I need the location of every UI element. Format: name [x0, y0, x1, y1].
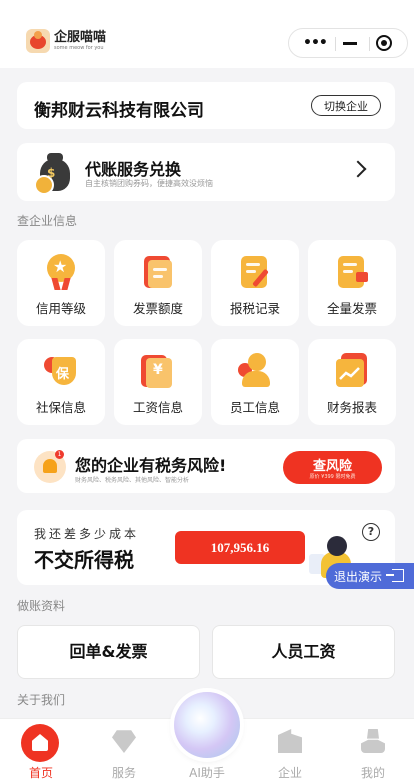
grid-item-invoice-quota[interactable]: 发票额度	[114, 240, 202, 326]
service-exchange-card[interactable]: $ 代账服务兑换 自主核销团购券码，便捷高效没烦恼	[17, 143, 395, 201]
tax-risk-card: 1 您的企业有税务风险! 财务风险、税务风险、其他风险、智能分析 查风险 原价 …	[17, 439, 395, 493]
check-risk-label: 查风险	[312, 459, 352, 474]
employee-icon	[238, 353, 272, 389]
tab-label: 我的	[360, 766, 385, 780]
invoice-quota-icon	[141, 254, 175, 290]
tab-label: AI助手	[189, 766, 225, 780]
grid-item-employee[interactable]: 员工信息	[211, 339, 299, 425]
tax-amount: 107,956.16	[175, 531, 305, 564]
app-logo: 企服喵喵 some meow for you	[26, 29, 106, 53]
top-bar: 企服喵喵 some meow for you •••	[0, 0, 414, 68]
diamond-icon	[112, 730, 136, 753]
company-name: 衡邦财云科技有限公司	[34, 101, 204, 121]
exchange-subtitle: 自主核销团购券码，便捷高效没烦恼	[85, 179, 213, 188]
exit-demo-label: 退出演示	[334, 570, 383, 584]
grid-item-social-insurance[interactable]: 保 社保信息	[17, 339, 105, 425]
grid-label: 全量发票	[326, 301, 377, 316]
check-risk-promo: 原价 ¥399 限时免费	[309, 474, 356, 480]
grid-label: 信用等级	[35, 301, 86, 316]
section-books-label: 做账资料	[17, 599, 66, 613]
tab-service[interactable]: 服务	[83, 719, 165, 781]
receipt-invoice-button[interactable]: 回单&发票	[17, 625, 200, 679]
grid-item-tax-record[interactable]: 报税记录	[211, 240, 299, 326]
capsule-divider	[369, 37, 370, 51]
tab-label: 首页	[28, 766, 53, 780]
grid-label: 工资信息	[132, 400, 183, 415]
exit-demo-button[interactable]: 退出演示	[326, 563, 414, 589]
grid-item-credit[interactable]: ★ 信用等级	[17, 240, 105, 326]
home-icon	[21, 724, 59, 762]
exchange-title: 代账服务兑换	[85, 160, 182, 179]
app-name: 企服喵喵	[54, 30, 107, 45]
help-question-icon[interactable]: ?	[362, 523, 380, 541]
grid-item-all-invoice[interactable]: 全量发票	[308, 240, 396, 326]
check-risk-button[interactable]: 查风险 原价 ¥399 限时免费	[283, 451, 382, 484]
tax-question: 我还差多少成本	[34, 527, 140, 541]
tab-mine[interactable]: 我的	[332, 719, 414, 781]
tab-enterprise[interactable]: 企业	[249, 719, 331, 781]
finance-report-icon	[335, 353, 369, 389]
minimize-icon[interactable]	[343, 42, 357, 45]
grid-label: 报税记录	[229, 301, 280, 316]
tax-headline: 不交所得税	[34, 548, 134, 572]
capsule-divider	[335, 37, 336, 51]
tab-label: 企业	[277, 766, 302, 780]
section-about-label: 关于我们	[17, 693, 66, 707]
staff-salary-button[interactable]: 人员工资	[212, 625, 395, 679]
user-icon	[361, 729, 385, 753]
grid-label: 发票额度	[132, 301, 183, 316]
tab-home[interactable]: 首页	[0, 719, 82, 781]
grid-label: 社保信息	[35, 400, 86, 415]
grid-item-salary[interactable]: ¥ 工资信息	[114, 339, 202, 425]
grid-item-finance-report[interactable]: 财务报表	[308, 339, 396, 425]
risk-subtitle: 财务风险、税务风险、其他风险、智能分析	[75, 477, 190, 484]
more-dots-icon[interactable]: •••	[303, 36, 328, 50]
logout-icon	[386, 569, 404, 582]
tab-label: 服务	[111, 766, 136, 780]
all-invoice-icon	[335, 254, 369, 290]
social-insurance-icon: 保	[44, 353, 78, 389]
salary-icon: ¥	[141, 353, 175, 389]
company-card: 衡邦财云科技有限公司 切换企业	[17, 82, 395, 129]
grid-label: 财务报表	[326, 400, 377, 415]
app-tagline: some meow for you	[54, 45, 104, 51]
mini-program-capsule: •••	[288, 28, 408, 58]
grid-label: 员工信息	[229, 400, 280, 415]
notification-badge: 1	[55, 450, 64, 459]
risk-title: 您的企业有税务风险!	[75, 456, 227, 475]
credit-medal-icon: ★	[44, 254, 78, 290]
logo-cat-icon	[26, 29, 50, 53]
section-query-label: 查企业信息	[17, 214, 78, 228]
money-bag-icon: $	[34, 151, 74, 195]
chevron-right-icon	[349, 160, 367, 178]
switch-company-button[interactable]: 切换企业	[311, 95, 381, 116]
ai-assistant-orb-icon[interactable]	[174, 692, 240, 758]
tax-record-icon	[238, 254, 272, 290]
close-circle-icon[interactable]	[376, 35, 392, 51]
building-icon	[278, 729, 302, 753]
